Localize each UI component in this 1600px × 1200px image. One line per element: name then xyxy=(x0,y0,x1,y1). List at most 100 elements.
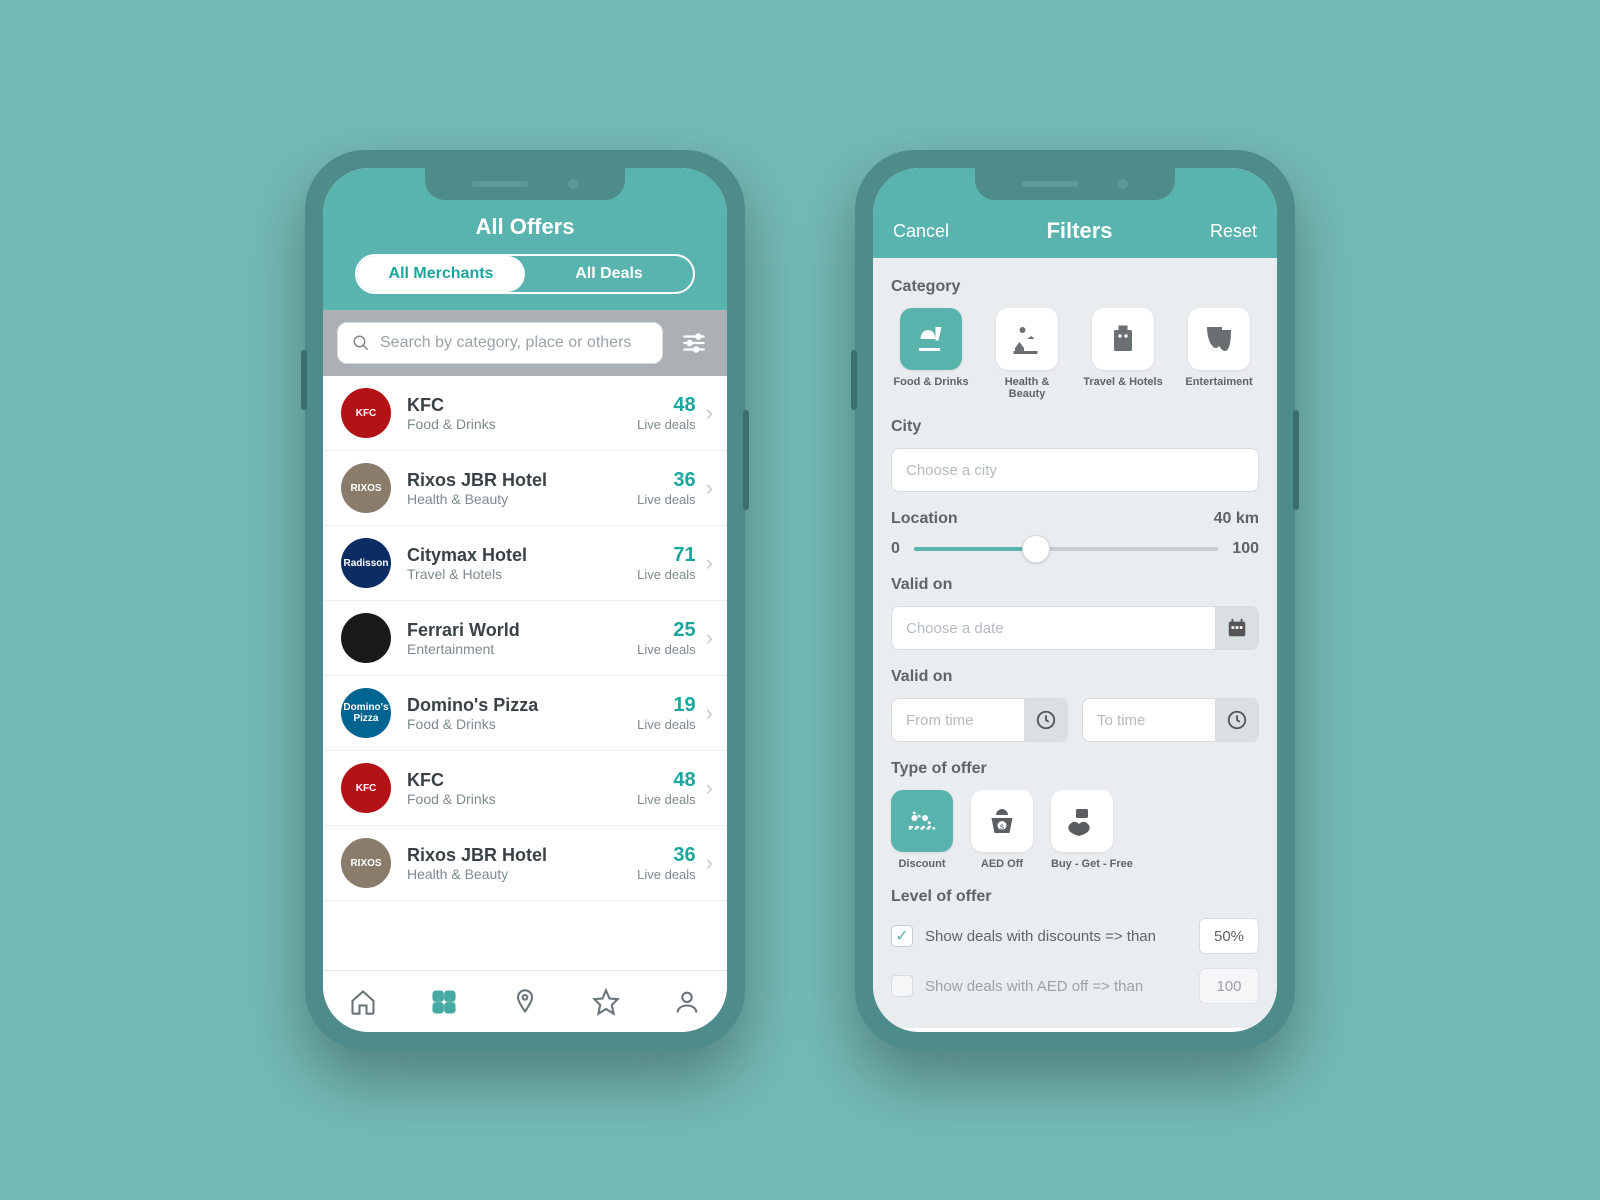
clock-icon[interactable] xyxy=(1215,698,1259,742)
merchant-category: Food & Drinks xyxy=(407,791,637,807)
location-label: Location 40 km xyxy=(891,510,1259,528)
checkbox-discount-threshold[interactable]: ✓ xyxy=(891,925,913,947)
phone-offers: All Offers All Merchants All Deals Searc… xyxy=(305,150,745,1050)
location-slider[interactable] xyxy=(914,547,1218,551)
from-time-input[interactable]: From time xyxy=(891,698,1024,742)
category-label-food: Food & Drinks xyxy=(891,376,971,388)
category-label-travel: Travel & Hotels xyxy=(1083,376,1163,388)
type-aed-off[interactable]: $ xyxy=(971,790,1033,852)
filter-button[interactable] xyxy=(675,324,713,362)
merchant-name: KFC xyxy=(407,770,637,791)
map-icon[interactable] xyxy=(510,987,540,1017)
live-deals-label: Live deals xyxy=(637,792,696,807)
chevron-right-icon: › xyxy=(706,625,713,651)
live-deals-label: Live deals xyxy=(637,417,696,432)
merchant-logo xyxy=(341,613,391,663)
merchant-list: KFC KFC Food & Drinks 48 Live deals › RI… xyxy=(323,376,727,985)
merchant-category: Travel & Hotels xyxy=(407,566,637,582)
profile-icon[interactable] xyxy=(672,987,702,1017)
merchant-row[interactable]: KFC KFC Food & Drinks 48 Live deals › xyxy=(323,376,727,451)
clock-icon[interactable] xyxy=(1024,698,1068,742)
search-placeholder: Search by category, place or others xyxy=(380,334,631,352)
notch xyxy=(425,168,625,200)
tab-all-deals[interactable]: All Deals xyxy=(525,256,693,292)
cancel-button[interactable]: Cancel xyxy=(893,221,949,242)
star-icon[interactable] xyxy=(591,987,621,1017)
deal-count: 25 xyxy=(637,619,696,642)
reset-button[interactable]: Reset xyxy=(1210,221,1257,242)
chevron-right-icon: › xyxy=(706,550,713,576)
merchant-row[interactable]: RIXOS Rixos JBR Hotel Health & Beauty 36… xyxy=(323,826,727,901)
city-label: City xyxy=(891,418,1259,436)
merchant-name: Ferrari World xyxy=(407,620,637,641)
merchant-name: Citymax Hotel xyxy=(407,545,637,566)
category-travel-hotels[interactable] xyxy=(1092,308,1154,370)
live-deals-label: Live deals xyxy=(637,492,696,507)
page-title: All Offers xyxy=(323,214,727,240)
check-text-2: Show deals with AED off => than xyxy=(925,978,1187,995)
live-deals-label: Live deals xyxy=(637,567,696,582)
deal-count: 48 xyxy=(637,769,696,792)
chevron-right-icon: › xyxy=(706,400,713,426)
grid-icon[interactable] xyxy=(429,987,459,1017)
merchant-logo: KFC xyxy=(341,763,391,813)
merchant-row[interactable]: Domino's Pizza Domino's Pizza Food & Dri… xyxy=(323,676,727,751)
slider-max: 100 xyxy=(1232,540,1259,558)
category-label: Category xyxy=(891,278,1259,296)
merchant-name: Rixos JBR Hotel xyxy=(407,470,637,491)
notch xyxy=(975,168,1175,200)
merchant-name: Rixos JBR Hotel xyxy=(407,845,637,866)
category-health-beauty[interactable] xyxy=(996,308,1058,370)
level-label: Level of offer xyxy=(891,888,1259,906)
type-label-discount: Discount xyxy=(891,858,953,870)
merchant-row[interactable]: RIXOS Rixos JBR Hotel Health & Beauty 36… xyxy=(323,451,727,526)
merchant-row[interactable]: KFC KFC Food & Drinks 48 Live deals › xyxy=(323,751,727,826)
type-label: Type of offer xyxy=(891,760,1259,778)
type-label-bgf: Buy - Get - Free xyxy=(1051,858,1133,870)
filters-title: Filters xyxy=(1046,218,1112,244)
type-buy-get-free[interactable] xyxy=(1051,790,1113,852)
merchant-logo: RIXOS xyxy=(341,838,391,888)
tab-all-merchants[interactable]: All Merchants xyxy=(357,256,525,292)
merchant-category: Food & Drinks xyxy=(407,416,637,432)
deal-count: 36 xyxy=(637,844,696,867)
live-deals-label: Live deals xyxy=(637,867,696,882)
date-input[interactable]: Choose a date xyxy=(891,606,1215,650)
calendar-icon[interactable] xyxy=(1215,606,1259,650)
merchant-category: Health & Beauty xyxy=(407,491,637,507)
valid-on-date-label: Valid on xyxy=(891,576,1259,594)
to-time-input[interactable]: To time xyxy=(1082,698,1215,742)
merchant-category: Food & Drinks xyxy=(407,716,637,732)
chevron-right-icon: › xyxy=(706,700,713,726)
merchant-name: KFC xyxy=(407,395,637,416)
deal-count: 48 xyxy=(637,394,696,417)
search-icon xyxy=(352,334,370,352)
live-deals-label: Live deals xyxy=(637,717,696,732)
chevron-right-icon: › xyxy=(706,850,713,876)
filters-body: Category Food & Drinks Health & Beauty T… xyxy=(873,258,1277,1028)
type-discount[interactable] xyxy=(891,790,953,852)
slider-min: 0 xyxy=(891,540,900,558)
location-value: 40 km xyxy=(1214,510,1259,528)
home-icon[interactable] xyxy=(348,987,378,1017)
category-food-drinks[interactable] xyxy=(900,308,962,370)
category-label-health: Health & Beauty xyxy=(987,376,1067,400)
segment-control: All Merchants All Deals xyxy=(355,254,695,294)
deal-count: 36 xyxy=(637,469,696,492)
chevron-right-icon: › xyxy=(706,775,713,801)
merchant-name: Domino's Pizza xyxy=(407,695,637,716)
merchant-logo: Radisson xyxy=(341,538,391,588)
merchant-row[interactable]: Ferrari World Entertainment 25 Live deal… xyxy=(323,601,727,676)
merchant-logo: KFC xyxy=(341,388,391,438)
deal-count: 19 xyxy=(637,694,696,717)
category-entertainment[interactable] xyxy=(1188,308,1250,370)
discount-value-input[interactable]: 50% xyxy=(1199,918,1259,954)
checkbox-aed-threshold[interactable] xyxy=(891,975,913,997)
search-input[interactable]: Search by category, place or others xyxy=(337,322,663,364)
aed-value-input[interactable]: 100 xyxy=(1199,968,1259,1004)
merchant-logo: RIXOS xyxy=(341,463,391,513)
city-select[interactable]: Choose a city xyxy=(891,448,1259,492)
tab-bar xyxy=(323,970,727,1032)
merchant-row[interactable]: Radisson Citymax Hotel Travel & Hotels 7… xyxy=(323,526,727,601)
category-grid: Food & Drinks Health & Beauty Travel & H… xyxy=(891,308,1259,400)
